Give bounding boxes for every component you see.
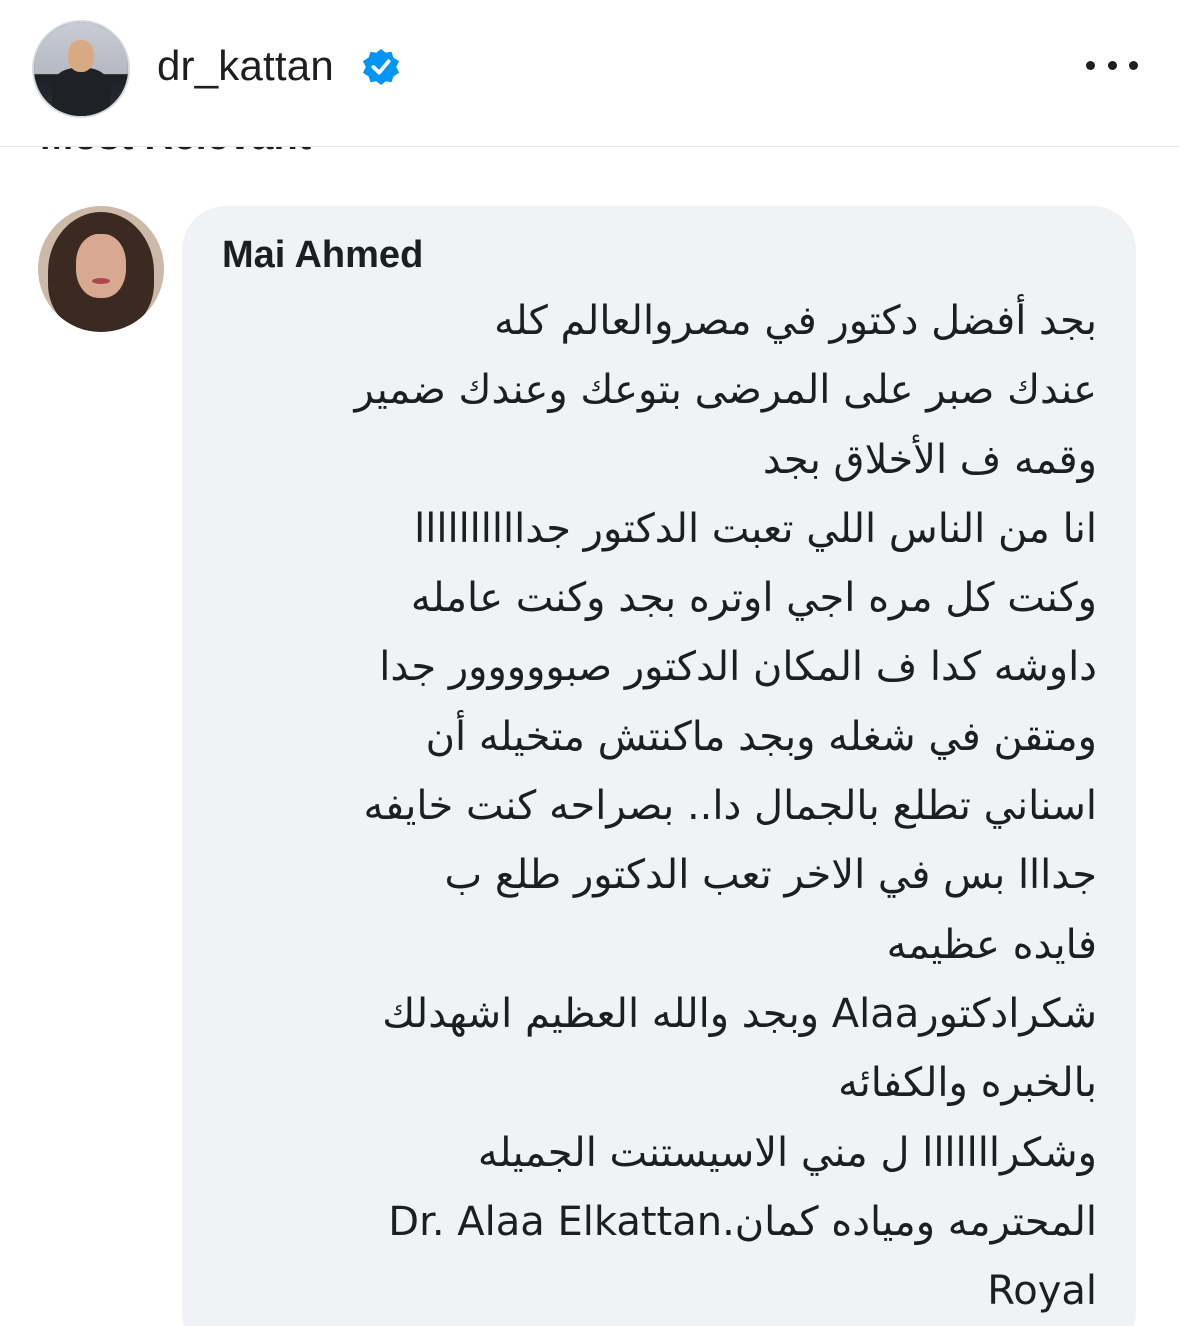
comment-line: بالخبره والكفائه bbox=[838, 1060, 1097, 1107]
profile-avatar[interactable] bbox=[32, 20, 130, 118]
comment-line: اسناني تطلع بالجمال دا.. بصراحه كنت خايف… bbox=[363, 783, 1097, 830]
comment-line: ومتقن في شغله وبجد ماكنتش متخيله أن bbox=[425, 713, 1097, 760]
verified-badge-icon bbox=[362, 48, 400, 86]
more-dot-1 bbox=[1086, 60, 1095, 70]
avatar-figure-head bbox=[68, 40, 94, 72]
section-heading: Most Relevant bbox=[40, 146, 311, 156]
comment-line: جدااا بس في الاخر تعب الدكتور طلع ب bbox=[444, 852, 1098, 899]
comment-line: داوشه كدا ف المكان الدكتور صبووووور جدا bbox=[379, 644, 1097, 691]
comment-view: dr_kattan Most Relevant Mai Ahmed بجد أف… bbox=[0, 0, 1179, 1326]
comment-text: بجد أفضل دكتور في مصروالعالم كله عندك صب… bbox=[200, 287, 1097, 1326]
comment-line: المحترمه ومياده كمان.Dr. Alaa Elkattan bbox=[388, 1198, 1097, 1245]
more-dot-3 bbox=[1129, 60, 1138, 70]
comment-line: وشكرااااااا ل مني الاسيستنت الجميله bbox=[477, 1129, 1097, 1176]
avatar-figure-body bbox=[52, 68, 110, 116]
avatar-face bbox=[76, 234, 126, 298]
comment-line: فايده عظيمه bbox=[886, 921, 1097, 968]
commenter-avatar[interactable] bbox=[38, 206, 164, 332]
comment-line: وكنت كل مره اجي اوتره بجد وكنت عامله bbox=[410, 575, 1097, 622]
comment-line: شكرادكتورAlaa وبجد والله العظيم اشهدلك bbox=[382, 990, 1097, 1037]
post-header: dr_kattan bbox=[0, 0, 1179, 147]
more-options-icon[interactable] bbox=[1086, 50, 1138, 80]
comment-line: Royal bbox=[987, 1268, 1097, 1315]
profile-username[interactable]: dr_kattan bbox=[157, 40, 334, 92]
comment-line: عندك صبر على المرضى بتوعك وعندك ضمير bbox=[354, 367, 1097, 414]
comment-line: انا من الناس اللي تعبت الدكتور جدااااااا… bbox=[414, 505, 1097, 552]
comment-line: بجد أفضل دكتور في مصروالعالم كله bbox=[494, 298, 1097, 344]
comment-line: وقمه ف الأخلاق بجد bbox=[762, 436, 1097, 483]
avatar-lips bbox=[92, 278, 110, 284]
more-dot-2 bbox=[1107, 60, 1117, 70]
commenter-name[interactable]: Mai Ahmed bbox=[222, 232, 423, 278]
